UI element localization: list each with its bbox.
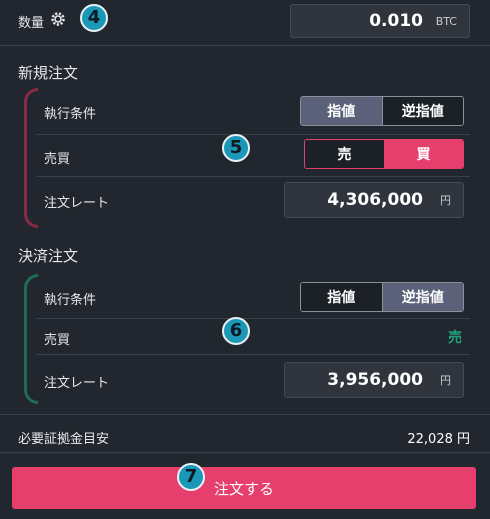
new-order-title: 新規注文 bbox=[18, 64, 79, 82]
new-condition-label: 執行条件 bbox=[44, 107, 97, 122]
step-badge-7: 7 bbox=[177, 463, 205, 491]
settlement-bracket bbox=[24, 274, 38, 404]
submit-order-button[interactable]: 注文する bbox=[12, 467, 476, 509]
gear-icon[interactable] bbox=[50, 11, 66, 27]
new-rate-input[interactable]: 4,306,000 円 bbox=[284, 182, 464, 218]
margin-label: 必要証拠金目安 bbox=[18, 432, 110, 447]
new-side-buy[interactable]: 買 bbox=[384, 140, 463, 168]
settle-condition-label: 執行条件 bbox=[44, 293, 97, 308]
new-side-toggle[interactable]: 売 買 bbox=[304, 139, 464, 169]
settle-condition-stop[interactable]: 逆指値 bbox=[381, 283, 463, 311]
new-side-sell[interactable]: 売 bbox=[305, 140, 384, 168]
submit-label: 注文する bbox=[213, 479, 274, 498]
settle-condition-limit[interactable]: 指値 bbox=[301, 283, 382, 311]
settle-rate-input[interactable]: 3,956,000 円 bbox=[284, 362, 464, 398]
new-order-bracket bbox=[24, 88, 38, 228]
settle-side-label: 売買 bbox=[44, 333, 71, 348]
step-badge-4: 4 bbox=[80, 4, 108, 32]
settle-condition-toggle[interactable]: 指値 逆指値 bbox=[300, 282, 464, 312]
new-side-label: 売買 bbox=[44, 152, 71, 167]
step-badge-5: 5 bbox=[222, 134, 250, 162]
settlement-title: 決済注文 bbox=[18, 247, 79, 265]
settle-rate-label: 注文レート bbox=[44, 376, 110, 391]
new-condition-limit[interactable]: 指値 bbox=[301, 97, 382, 125]
settle-side-value: 売 bbox=[448, 330, 462, 346]
new-condition-toggle[interactable]: 指値 逆指値 bbox=[300, 96, 464, 126]
new-condition-stop[interactable]: 逆指値 bbox=[381, 97, 463, 125]
quantity-label: 数量 bbox=[18, 16, 45, 31]
quantity-input[interactable]: 0.010 BTC bbox=[290, 4, 470, 38]
margin-value: 22,028 円 bbox=[407, 432, 470, 447]
new-rate-label: 注文レート bbox=[44, 196, 110, 211]
step-badge-6: 6 bbox=[222, 317, 250, 345]
